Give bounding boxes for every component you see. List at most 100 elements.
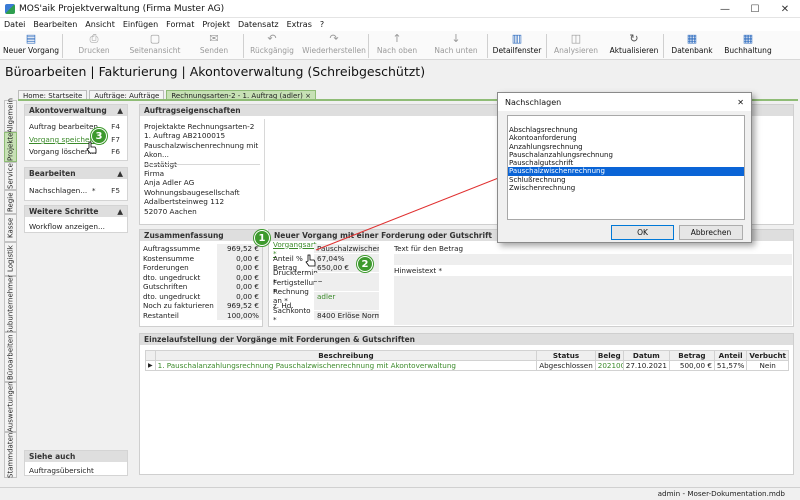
itemized-panel: Einzelaufstellung der Vorgänge mit Forde… [139, 333, 794, 475]
detail-window-button[interactable]: ▥ Detailfenster [488, 31, 546, 60]
col-beleg[interactable]: Beleg [594, 350, 624, 361]
send-button[interactable]: ✉ Senden [185, 31, 243, 60]
side-tab-logistik[interactable]: Logistik [4, 242, 17, 276]
hinweistext-input[interactable] [394, 276, 792, 325]
hand-cursor-icon [86, 141, 97, 154]
step-badge-2: 2 [357, 256, 373, 272]
maximize-icon[interactable]: ☐ [740, 0, 770, 18]
menu-einfuegen[interactable]: Einfügen [123, 20, 158, 29]
collapse-icon[interactable]: ▲ [117, 207, 123, 216]
summary-row: dto. ungedruckt 0,00 € [140, 272, 262, 282]
new-process-button[interactable]: ▤ Neuer Vorgang [0, 31, 62, 60]
customer-address: Firma Anja Adler AG Wohnungsbaugesellsch… [144, 169, 240, 216]
summary-title: Zusammenfassung [140, 230, 262, 241]
window-title: MOS'aik Projektverwaltung (Firma Muster … [19, 3, 225, 14]
list-item[interactable]: Schlußrechnung [508, 176, 744, 184]
side-tab-service[interactable]: Service [4, 162, 17, 190]
vorgangsart-input[interactable]: Pauschalzwischenrech [314, 244, 379, 254]
page-preview-button[interactable]: ▢ Seitenansicht [125, 31, 185, 60]
vorgang-speichern-link[interactable]: Vorgang speichern... F7 [25, 133, 127, 146]
refresh-button[interactable]: ↻ Aktualisieren [605, 31, 663, 60]
list-item[interactable]: Anzahlungsrechnung [508, 143, 744, 151]
col-verbucht[interactable]: Verbucht [746, 350, 789, 361]
akonto-section: Akontoverwaltung ▲ Auftrag bearbeiten F4 V… [24, 104, 128, 161]
menu-ansicht[interactable]: Ansicht [85, 20, 115, 29]
weitere-schritte-section: Weitere Schritte ▲ Workflow anzeigen... [24, 205, 128, 233]
list-item[interactable]: Akontoanforderung [508, 134, 744, 142]
side-tab-allgemein[interactable]: Allgemein [4, 99, 17, 133]
new-process-panel: Neuer Vorgang mit einer Forderung oder G… [268, 229, 794, 327]
itemized-table: Beschreibung Status Beleg Datum Betrag A… [145, 350, 789, 371]
text-betrag-input[interactable] [394, 254, 792, 265]
side-tab-bueroarbeiten[interactable]: Büroarbeiten [4, 332, 17, 382]
detail-window-icon: ▥ [511, 32, 523, 45]
col-beschreibung[interactable]: Beschreibung [154, 350, 538, 361]
side-tab-auswertungen[interactable]: Auswertungen [4, 382, 17, 432]
task-panel: Akontoverwaltung ▲ Auftrag bearbeiten F4 V… [24, 104, 128, 476]
menu-bearbeiten[interactable]: Bearbeiten [33, 20, 77, 29]
col-datum[interactable]: Datum [622, 350, 670, 361]
menu-format[interactable]: Format [166, 20, 194, 29]
collapse-icon[interactable]: ▲ [117, 106, 123, 115]
print-button[interactable]: ⎙ Drucken [63, 31, 125, 60]
page-title: Büroarbeiten | Fakturierung | Akontoverw… [5, 64, 426, 79]
nachschlagen-link[interactable]: Nachschlagen... * F5 [25, 184, 127, 197]
menu-help[interactable]: ? [320, 20, 324, 29]
siehe-auch-section: Siehe auch Auftragsübersicht [24, 450, 128, 476]
list-item[interactable]: Pauschalgutschrift [508, 159, 744, 167]
menu-datensatz[interactable]: Datensatz [238, 20, 279, 29]
workflow-link[interactable]: Workflow anzeigen... [25, 220, 127, 233]
close-icon[interactable]: ✕ [737, 98, 744, 107]
summary-row: Forderungen 0,00 € [140, 263, 262, 273]
vorgang-loeschen-link[interactable]: Vorgang löschen... F6 [25, 146, 127, 156]
new-document-icon: ▤ [25, 32, 37, 45]
drucktermin-input[interactable] [314, 272, 379, 282]
menu-datei[interactable]: Datei [4, 20, 25, 29]
col-status[interactable]: Status [536, 350, 596, 361]
col-betrag[interactable]: Betrag [668, 350, 715, 361]
undo-button[interactable]: ↶ Rückgängig [244, 31, 300, 60]
auftragsuebersicht-link[interactable]: Auftragsübersicht [25, 464, 127, 477]
list-item-selected[interactable]: Pauschalzwischenrechnung [508, 167, 744, 176]
move-down-button[interactable]: ↓ Nach unten [425, 31, 487, 60]
rechnung-an-field: Rechnung an * adler [269, 287, 391, 305]
hand-cursor-icon [305, 254, 316, 267]
side-tab-kasse[interactable]: Kasse [4, 214, 17, 242]
analyze-icon: ◫ [570, 32, 582, 45]
sachkonto-input[interactable]: 8400 Erlöse Normalste [314, 310, 379, 320]
bearbeiten-section-title: Bearbeiten [29, 169, 76, 178]
side-tab-regie[interactable]: Regie [4, 190, 17, 214]
list-item[interactable]: Zwischenrechnung [508, 184, 744, 192]
redo-button[interactable]: ↷ Wiederherstellen [300, 31, 368, 60]
collapse-icon[interactable]: ▲ [117, 169, 123, 178]
window-controls: — ☐ ✕ [710, 0, 800, 18]
rechnung-an-input[interactable]: adler [314, 291, 379, 301]
auftrag-bearbeiten-link[interactable]: Auftrag bearbeiten F4 [25, 120, 127, 133]
accounting-button[interactable]: ▦ Buchhaltung [720, 31, 776, 60]
side-tab-projekte[interactable]: Projekte [4, 132, 17, 162]
minimize-icon[interactable]: — [710, 0, 740, 18]
zhd-input[interactable] [314, 301, 379, 311]
database-icon: ▦ [686, 32, 698, 45]
app-icon [5, 3, 15, 14]
itemized-title: Einzelaufstellung der Vorgänge mit Forde… [140, 334, 793, 345]
list-item[interactable]: Pauschalanzahlungsrechnung [508, 151, 744, 159]
database-button[interactable]: ▦ Datenbank [664, 31, 720, 60]
table-row[interactable]: ▶ 1. Pauschalanzahlungsrechnung Pauschal… [145, 360, 789, 371]
list-item[interactable]: Abschlagsrechnung [508, 126, 744, 134]
ok-button[interactable]: OK [611, 225, 674, 240]
fertigstellung-input[interactable] [314, 282, 379, 292]
cancel-button[interactable]: Abbrechen [679, 225, 743, 240]
accounting-icon: ▦ [742, 32, 754, 45]
analyze-button[interactable]: ◫ Analysieren [547, 31, 605, 60]
status-bar: admin - Moser-Dokumentation.mdb [0, 487, 800, 500]
undo-icon: ↶ [267, 32, 277, 45]
refresh-icon: ↻ [629, 32, 639, 45]
side-tab-stammdaten[interactable]: Stammdaten [4, 432, 17, 478]
move-up-button[interactable]: ↑ Nach oben [369, 31, 425, 60]
menu-extras[interactable]: Extras [287, 20, 312, 29]
menu-projekt[interactable]: Projekt [202, 20, 230, 29]
side-tab-subunternehmer[interactable]: Subunternehmer [4, 274, 17, 334]
col-anteil[interactable]: Anteil [713, 350, 748, 361]
close-icon[interactable]: ✕ [770, 0, 800, 18]
